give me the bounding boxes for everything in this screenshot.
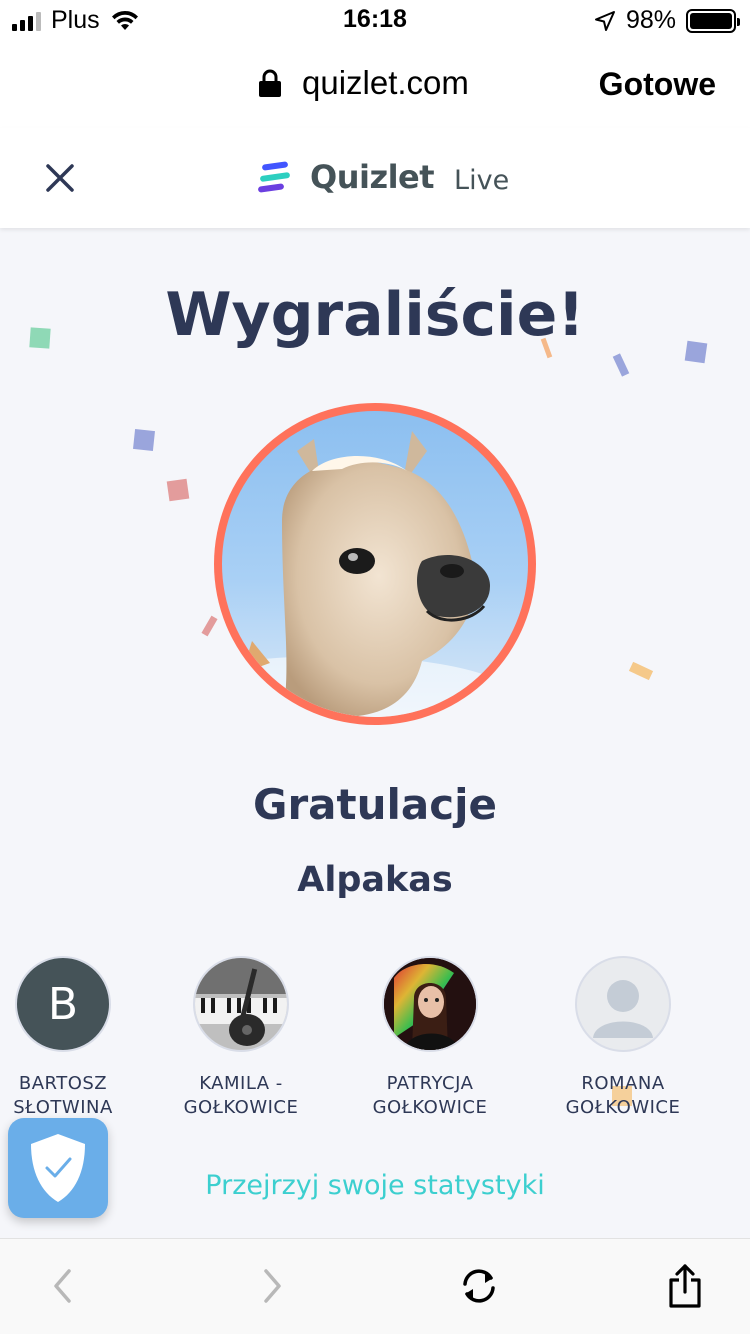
team-name: Alpakas <box>297 860 453 900</box>
url-display[interactable]: quizlet.com <box>258 64 469 102</box>
team-member: ROMANA GOŁKOWICE <box>528 956 718 1120</box>
member-last-name: GOŁKOWICE <box>372 1097 488 1118</box>
team-member: B BARTOSZ SŁOTWINA <box>0 956 158 1120</box>
member-name: BARTOSZ SŁOTWINA <box>0 1072 158 1120</box>
member-first-name: BARTOSZ <box>18 1073 108 1094</box>
confetti-piece <box>612 353 630 377</box>
battery-icon <box>686 8 740 33</box>
member-last-name: SŁOTWINA <box>13 1097 113 1118</box>
avatar: B <box>15 956 111 1052</box>
confetti-piece <box>628 661 654 681</box>
piano-guitar-photo <box>195 958 287 1050</box>
back-button[interactable] <box>38 1261 88 1311</box>
team-member: PATRYCJA GOŁKOWICE <box>335 956 525 1120</box>
quizlet-mark-icon <box>258 161 290 193</box>
brand-name: Quizlet <box>310 158 435 196</box>
browser-toolbar <box>0 1238 750 1334</box>
share-icon <box>669 1264 701 1308</box>
status-bar: Plus 16:18 98% <box>0 0 750 44</box>
team-member: KAMILA - GOŁKOWICE <box>146 956 336 1120</box>
close-icon[interactable] <box>40 158 80 198</box>
congrats-heading: Gratulacje <box>252 780 498 829</box>
team-avatar <box>214 403 536 725</box>
chevron-left-icon <box>54 1269 71 1303</box>
portrait-photo <box>384 958 476 1050</box>
battery-percent: 98% <box>625 6 676 34</box>
member-first-name: KAMILA - <box>199 1073 283 1094</box>
reload-button[interactable] <box>454 1261 504 1311</box>
avatar <box>382 956 478 1052</box>
avatar <box>193 956 289 1052</box>
quizlet-live-logo: Quizlet Live <box>258 158 509 196</box>
confetti-piece <box>166 478 190 502</box>
location-arrow-icon <box>594 10 615 31</box>
shield-badge[interactable] <box>8 1118 108 1218</box>
member-first-name: ROMANA <box>581 1073 665 1094</box>
view-stats-link[interactable]: Przejrzyj swoje statystyki <box>0 1170 750 1201</box>
confetti-piece <box>133 429 155 451</box>
avatar-initial: B <box>47 978 79 1030</box>
done-button[interactable]: Gotowe <box>599 66 716 103</box>
page-title: Wygraliście! <box>165 280 585 350</box>
lock-icon <box>259 69 281 97</box>
forward-button[interactable] <box>247 1261 297 1311</box>
member-first-name: PATRYCJA <box>386 1073 474 1094</box>
shield-check-icon <box>31 1134 85 1202</box>
chevron-right-icon <box>264 1269 281 1303</box>
member-name: PATRYCJA GOŁKOWICE <box>335 1072 525 1120</box>
member-name: KAMILA - GOŁKOWICE <box>146 1072 336 1120</box>
brand-suffix: Live <box>454 164 510 196</box>
confetti-piece <box>201 615 218 637</box>
alpaca-image <box>222 411 528 717</box>
alpaca-illustration <box>222 431 512 717</box>
url-text: quizlet.com <box>302 64 469 101</box>
browser-url-bar: quizlet.com Gotowe <box>0 44 750 128</box>
member-last-name: GOŁKOWICE <box>183 1097 299 1118</box>
member-name: ROMANA GOŁKOWICE <box>528 1072 718 1120</box>
reload-icon <box>463 1269 495 1303</box>
app-header: Quizlet Live <box>0 128 750 228</box>
share-button[interactable] <box>660 1261 710 1311</box>
status-right: 98% <box>594 6 740 35</box>
avatar <box>575 956 671 1052</box>
member-last-name: GOŁKOWICE <box>565 1097 681 1118</box>
default-user-icon <box>593 980 653 1038</box>
